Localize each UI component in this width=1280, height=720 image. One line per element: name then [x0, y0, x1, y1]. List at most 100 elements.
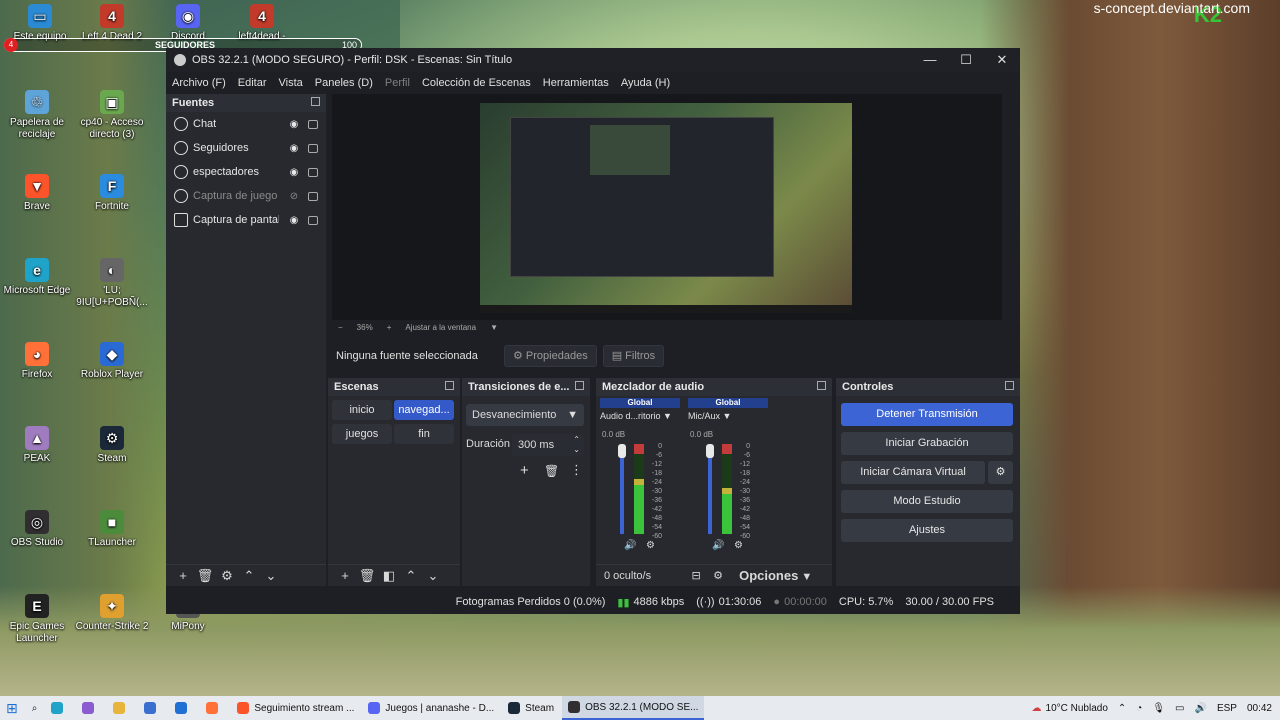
mic-icon[interactable]: 🎙 [1152, 703, 1165, 714]
channel-settings-icon[interactable]: ⚙ [734, 540, 743, 551]
eye-icon[interactable]: ◉ [288, 167, 300, 178]
scene-item[interactable]: navegad... [394, 400, 454, 420]
desktop-icon[interactable]: E Epic Games Launcher [0, 594, 77, 645]
desktop-icon[interactable]: ✦ Counter-Strike 2 [72, 594, 152, 633]
title-bar[interactable]: OBS 32.2.1 (MODO SEGURO) - Perfil: DSK -… [166, 48, 1020, 72]
minimize-icon[interactable]: — [912, 48, 948, 72]
scene-item[interactable]: inicio [332, 400, 392, 420]
scene-item[interactable]: fin [394, 424, 454, 444]
add-scene-icon[interactable]: + [334, 568, 356, 583]
taskbar-app[interactable]: Juegos | ananashe - D... [362, 696, 500, 720]
lock-icon[interactable] [308, 191, 318, 201]
start-virtual-camera-button[interactable]: Iniciar Cámara Virtual [841, 461, 985, 484]
menu-item[interactable]: Paneles (D) [315, 77, 373, 89]
undock-icon[interactable] [817, 381, 826, 390]
add-source-icon[interactable]: + [172, 568, 194, 583]
lock-icon[interactable] [308, 143, 318, 153]
settings-button[interactable]: Ajustes [841, 519, 1013, 542]
menu-item[interactable]: Archivo (F) [172, 77, 226, 89]
remove-source-icon[interactable]: 🗑 [194, 568, 216, 584]
desktop-icon[interactable]: ◕ Firefox [0, 342, 77, 381]
preview-canvas[interactable] [332, 94, 1002, 320]
desktop-icon[interactable]: ▼ Brave [0, 174, 77, 213]
more-options-icon[interactable]: ⋮ [570, 462, 583, 478]
desktop-icon[interactable]: ▣ cp40 - Acceso directo (3) [72, 90, 152, 141]
undock-icon[interactable] [1005, 381, 1014, 390]
clock[interactable]: 00:42 [1247, 703, 1272, 714]
virtual-camera-settings-icon[interactable]: ⚙ [988, 461, 1013, 484]
zoom-in-icon[interactable]: + [387, 323, 392, 332]
desktop-icon[interactable]: e Microsoft Edge [0, 258, 77, 297]
desktop-icon[interactable]: ◐ 'LU; 9IU[U+POBÑ(... [72, 258, 152, 309]
stop-stream-button[interactable]: Detener Transmisión [841, 403, 1013, 426]
desktop-icon[interactable]: ◎ OBS Studio [0, 510, 77, 549]
firefox-icon[interactable] [200, 696, 229, 720]
properties-button[interactable]: ⚙ Propiedades [504, 345, 597, 367]
taskbar-app[interactable]: OBS 32.2.1 (MODO SE... [562, 696, 705, 720]
lock-icon[interactable] [308, 119, 318, 129]
taskbar-app[interactable]: Seguimiento stream ... [231, 696, 360, 720]
explorer-icon[interactable] [107, 696, 136, 720]
menu-item[interactable]: Colección de Escenas [422, 77, 531, 89]
fit-window-select[interactable]: Ajustar a la ventana [405, 323, 476, 332]
undock-icon[interactable] [575, 381, 584, 390]
source-settings-icon[interactable]: ⚙ [216, 568, 238, 584]
move-up-icon[interactable]: ⌃ [238, 568, 260, 584]
zoom-out-icon[interactable]: − [338, 323, 343, 332]
filters-button[interactable]: ▤ Filtros [602, 345, 665, 367]
chevron-up-icon[interactable]: ⌃ [1118, 703, 1126, 714]
volume-slider[interactable] [620, 446, 624, 534]
search-icon[interactable]: ⌕ [26, 696, 44, 720]
move-up-icon[interactable]: ⌃ [400, 568, 422, 584]
remove-scene-icon[interactable]: 🗑 [356, 568, 378, 584]
source-item[interactable]: espectadores ◉ [166, 160, 326, 184]
eye-icon[interactable]: ◉ [288, 119, 300, 130]
copilot-icon[interactable] [76, 696, 105, 720]
add-transition-icon[interactable]: + [520, 462, 529, 479]
outlook-icon[interactable] [169, 696, 198, 720]
desktop-icon[interactable]: ⚙ Steam [72, 426, 152, 465]
channel-name-select[interactable]: Mic/Aux ▼ [688, 411, 768, 425]
start-recording-button[interactable]: Iniciar Grabación [841, 432, 1013, 455]
lock-icon[interactable] [308, 167, 318, 177]
lock-icon[interactable] [308, 215, 318, 225]
eye-icon[interactable]: ◉ [288, 215, 300, 226]
edge-icon[interactable] [45, 696, 74, 720]
volume-icon[interactable]: 🔊 [1195, 703, 1207, 714]
maximize-icon[interactable]: ☐ [948, 48, 984, 72]
menu-item[interactable]: Ayuda (H) [621, 77, 670, 89]
wifi-icon[interactable]: ◔ [1136, 703, 1142, 714]
eye-icon[interactable]: ◉ [288, 143, 300, 154]
start-icon[interactable]: ⊞ [0, 696, 24, 720]
scene-item[interactable]: juegos [332, 424, 392, 444]
taskbar-app[interactable]: Steam [502, 696, 560, 720]
slider-handle[interactable] [706, 444, 714, 458]
slider-handle[interactable] [618, 444, 626, 458]
source-item[interactable]: Captura de juego ⊘ [166, 184, 326, 208]
remove-transition-icon[interactable]: 🗑 [544, 464, 559, 478]
close-icon[interactable]: ✕ [984, 48, 1020, 72]
source-item[interactable]: Seguidores ◉ [166, 136, 326, 160]
eye-hidden-icon[interactable]: ⊘ [288, 191, 300, 202]
chevron-down-icon[interactable]: ▼ [490, 323, 498, 332]
options-button[interactable]: Opciones ▼ [739, 568, 812, 583]
undock-icon[interactable] [445, 381, 454, 390]
desktop-icon[interactable]: F Fortnite [72, 174, 152, 213]
volume-slider[interactable] [708, 446, 712, 534]
studio-mode-button[interactable]: Modo Estudio [841, 490, 1013, 513]
menu-item[interactable]: Perfil [385, 77, 410, 89]
transition-select[interactable]: Desvanecimiento ▼ [466, 404, 584, 426]
scene-filter-icon[interactable]: ◧ [378, 568, 400, 584]
speaker-icon[interactable]: 🔊 [624, 540, 636, 551]
layout-icon[interactable]: ⊟ [685, 569, 707, 582]
undock-icon[interactable] [311, 97, 320, 106]
channel-settings-icon[interactable]: ⚙ [646, 540, 655, 551]
desktop-icon[interactable]: ■ TLauncher [72, 510, 152, 549]
menu-item[interactable]: Vista [279, 77, 303, 89]
move-down-icon[interactable]: ⌄ [422, 568, 444, 584]
speaker-icon[interactable]: 🔊 [712, 540, 724, 551]
move-down-icon[interactable]: ⌄ [260, 568, 282, 584]
language[interactable]: ESP [1217, 703, 1237, 714]
source-item[interactable]: Captura de pantalla ◉ [166, 208, 326, 232]
menu-item[interactable]: Editar [238, 77, 267, 89]
